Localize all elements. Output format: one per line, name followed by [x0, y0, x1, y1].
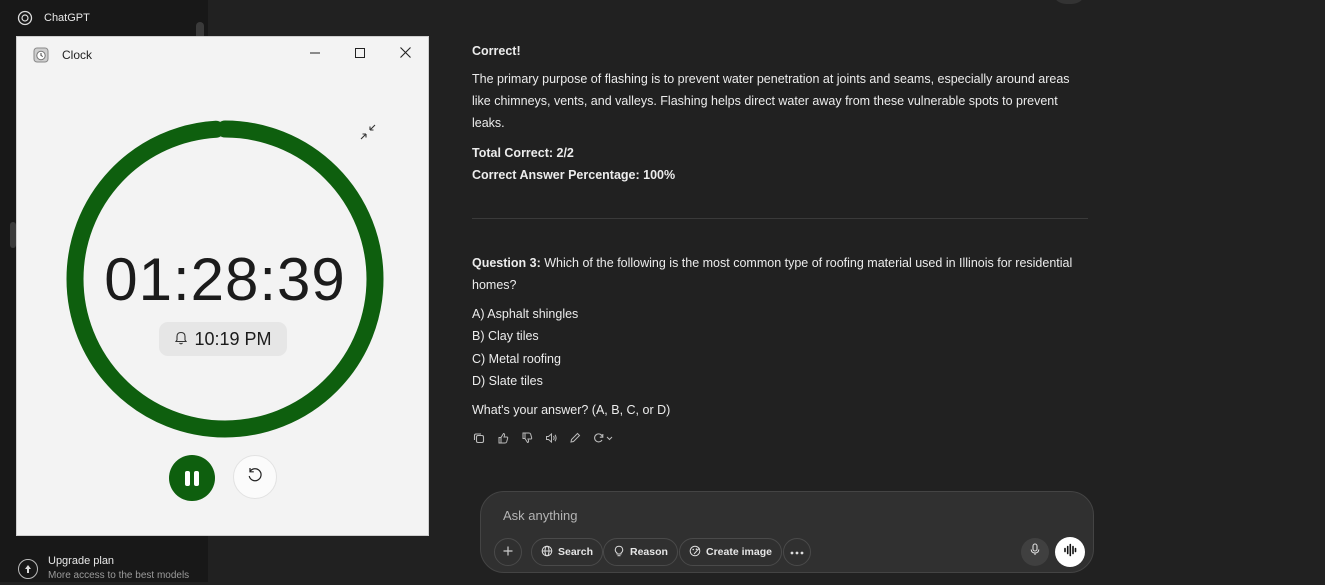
attach-button[interactable]: [494, 538, 522, 566]
feedback-title: Correct!: [472, 44, 521, 58]
chatgpt-logo-icon: [16, 9, 34, 27]
bell-icon: [174, 329, 188, 350]
prompt-input[interactable]: [501, 504, 985, 526]
sidebar-app-name: ChatGPT: [44, 12, 90, 24]
question-label: Question 3:: [472, 256, 541, 270]
option-d: D) Slate tiles: [472, 374, 543, 388]
create-image-label: Create image: [706, 546, 772, 558]
alarm-time-text: 10:19 PM: [194, 328, 272, 349]
timer-remaining: 01:28:39: [104, 246, 346, 313]
create-image-button[interactable]: Create image: [679, 538, 782, 566]
pause-button[interactable]: [169, 455, 215, 501]
reset-button[interactable]: [233, 455, 277, 499]
account-avatar[interactable]: [1052, 0, 1086, 4]
question-text: Question 3: Which of the following is th…: [472, 252, 1088, 296]
alarm-end-time: 10:19 PM: [159, 322, 287, 356]
option-a: A) Asphalt shingles: [472, 307, 579, 321]
message-composer: Search Reason Create image: [480, 491, 1094, 573]
total-correct: Total Correct: 2/2: [472, 146, 574, 160]
message-divider: [472, 218, 1088, 219]
message-actions: [472, 431, 616, 445]
upgrade-subtitle: More access to the best models: [48, 570, 190, 581]
voice-waveform-icon: [1063, 543, 1077, 562]
reason-label: Reason: [630, 546, 668, 558]
explanation-text: The primary purpose of flashing is to pr…: [472, 72, 1070, 130]
sidebar-app-header[interactable]: ChatGPT: [16, 8, 90, 28]
question-body: Which of the following is the most commo…: [472, 256, 1073, 292]
more-tools-button[interactable]: [783, 538, 811, 566]
more-icon: [790, 546, 804, 558]
upgrade-title: Upgrade plan: [48, 555, 115, 567]
microphone-icon: [1029, 543, 1041, 561]
upgrade-plan-button[interactable]: Upgrade plan More access to the best mod…: [18, 555, 203, 585]
maximize-icon: [355, 45, 365, 63]
upgrade-icon: [18, 559, 38, 579]
plus-icon: [502, 545, 514, 560]
close-icon: [399, 45, 411, 63]
pause-icon: [185, 470, 190, 486]
copy-icon[interactable]: [472, 431, 486, 445]
answer-prompt: What's your answer? (A, B, C, or D): [472, 403, 671, 417]
clock-window: Clock 01:28:39 10:19 PM: [16, 36, 429, 536]
close-button[interactable]: [387, 41, 423, 67]
voice-mode-button[interactable]: [1055, 537, 1085, 567]
correct-percentage: Correct Answer Percentage: 100%: [472, 168, 676, 182]
option-b: B) Clay tiles: [472, 329, 539, 343]
maximize-button[interactable]: [342, 41, 378, 67]
palette-icon: [689, 545, 701, 560]
option-c: C) Metal roofing: [472, 352, 561, 366]
edit-icon[interactable]: [568, 431, 582, 445]
lightbulb-icon: [613, 545, 625, 560]
dictate-button[interactable]: [1021, 538, 1049, 566]
search-label: Search: [558, 546, 594, 558]
search-button[interactable]: Search: [531, 538, 604, 566]
reset-icon: [246, 466, 264, 489]
minimize-icon: [310, 45, 320, 63]
thumbs-up-icon[interactable]: [496, 431, 510, 445]
read-aloud-icon[interactable]: [544, 431, 558, 445]
clock-window-title: Clock: [62, 48, 93, 62]
clock-titlebar[interactable]: Clock: [17, 37, 428, 71]
thumbs-down-icon[interactable]: [520, 431, 534, 445]
minimize-button[interactable]: [297, 41, 333, 67]
globe-icon: [541, 545, 553, 560]
reason-button[interactable]: Reason: [603, 538, 678, 566]
clock-app-icon: [33, 47, 49, 63]
regenerate-icon[interactable]: [592, 431, 616, 445]
